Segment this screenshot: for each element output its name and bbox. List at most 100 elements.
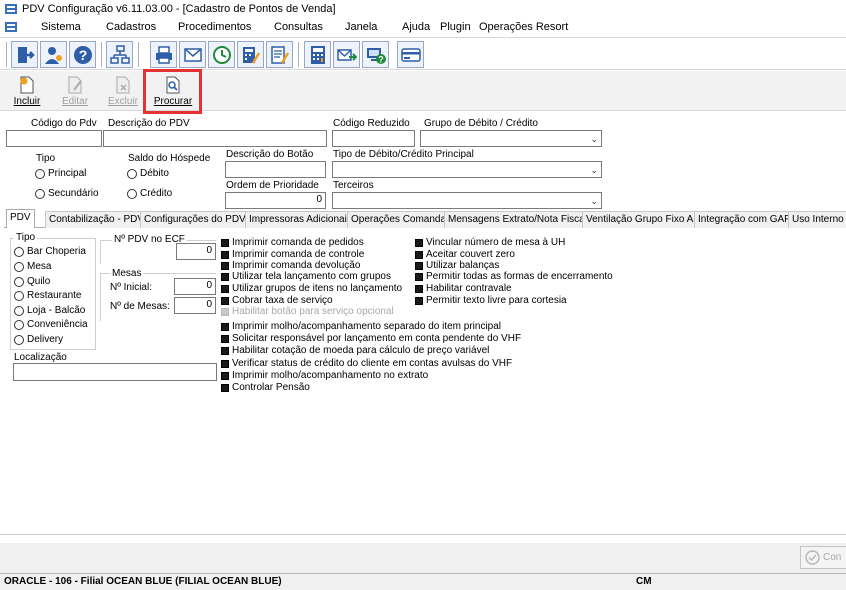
tipo-delivery-radio[interactable]: Delivery <box>14 334 63 345</box>
help-icon[interactable]: ? <box>69 41 96 68</box>
tab-operacoes-comanda[interactable]: Operações Comanda <box>347 211 451 228</box>
saldo-credito-radio[interactable]: Crédito <box>127 188 172 199</box>
tipo-principal-radio[interactable]: Principal <box>35 168 86 179</box>
chk-label: Imprimir molho/acompanhamento separado d… <box>232 321 502 332</box>
menu-procedimentos[interactable]: Procedimentos <box>178 21 251 33</box>
chk-habilitar-cotacao-moeda[interactable]: Habilitar cotação de moeda para cálculo … <box>221 345 489 356</box>
tab-configuracoes-pdv[interactable]: Configurações do PDV <box>140 211 250 228</box>
chk-imprimir-molho-extrato[interactable]: Imprimir molho/acompanhamento no extrato <box>221 370 428 381</box>
tipo-mesa-radio[interactable]: Mesa <box>14 261 51 272</box>
network-icon[interactable] <box>106 41 133 68</box>
tipo-secundario-radio[interactable]: Secundário <box>35 188 99 199</box>
tipo-restaurante-radio[interactable]: Restaurante <box>14 290 81 301</box>
editar-button[interactable]: Editar <box>58 74 92 109</box>
confirm-button[interactable]: Con <box>800 546 846 569</box>
tipo-debito-credito-principal-select[interactable]: ⌄ <box>332 161 602 178</box>
users-icon[interactable] <box>40 41 67 68</box>
card-icon[interactable] <box>397 41 424 68</box>
incluir-button[interactable]: Incluir <box>10 74 44 109</box>
chk-label: Imprimir comanda de pedidos <box>232 237 364 248</box>
chk-solicitar-responsavel-vhf[interactable]: Solicitar responsável por lançamento em … <box>221 333 521 344</box>
menu-operacoes-resort[interactable]: Operações Resort <box>479 21 568 33</box>
checkbox-box <box>415 284 423 293</box>
chk-imprimir-molho-separado[interactable]: Imprimir molho/acompanhamento separado d… <box>221 321 501 332</box>
pdv-ecf-input[interactable]: 0 <box>176 243 216 260</box>
chk-imprimir-comanda-pedidos[interactable]: Imprimir comanda de pedidos <box>221 237 364 248</box>
chk-permitir-texto-livre-cortesia[interactable]: Permitir texto livre para cortesia <box>415 295 567 306</box>
menu-plugin[interactable]: Plugin <box>440 21 471 33</box>
descricao-pdv-input[interactable] <box>103 130 327 147</box>
status-bar: ORACLE - 106 - Filial OCEAN BLUE (FILIAL… <box>0 573 846 590</box>
chk-label: Permitir texto livre para cortesia <box>426 295 567 306</box>
chk-label: Habilitar botão para serviço opcional <box>232 306 394 317</box>
tipo-bar-choperia-radio[interactable]: Bar Choperia <box>14 246 86 257</box>
chk-vincular-mesa-uh[interactable]: Vincular número de mesa à UH <box>415 237 565 248</box>
descricao-botao-input[interactable] <box>225 161 326 178</box>
ordem-prioridade-input[interactable]: 0 <box>225 192 326 209</box>
saldo-debito-text: Débito <box>140 168 169 179</box>
checkbox-box <box>221 250 229 259</box>
num-mesas-input[interactable]: 0 <box>174 297 216 314</box>
clock-icon[interactable] <box>208 41 235 68</box>
mdi-window-icon[interactable] <box>4 21 18 33</box>
tab-ventilacao-grupo[interactable]: Ventilação Grupo Fixo AB <box>582 211 704 228</box>
calculator-icon[interactable] <box>304 41 331 68</box>
tab-uso-interno[interactable]: Uso Interno <box>788 211 846 228</box>
excluir-button[interactable]: Excluir <box>106 74 140 109</box>
terceiros-select[interactable]: ⌄ <box>332 192 602 209</box>
saldo-debito-radio[interactable]: Débito <box>127 168 169 179</box>
menu-janela[interactable]: Janela <box>345 21 377 33</box>
codigo-reduzido-input[interactable] <box>332 130 415 147</box>
chk-controlar-pensao[interactable]: Controlar Pensão <box>221 382 310 393</box>
chk-verificar-status-credito[interactable]: Verificar status de crédito do cliente e… <box>221 358 512 369</box>
chk-utilizar-grupos-itens[interactable]: Utilizar grupos de itens no lançamento <box>221 283 402 294</box>
localizacao-input[interactable] <box>13 363 217 381</box>
checkbox-box <box>415 238 423 247</box>
grupo-debito-credito-select[interactable]: ⌄ <box>420 130 602 147</box>
checkbox-box <box>221 334 229 343</box>
action-bar: Incluir Editar Excluir Procurar <box>0 71 846 111</box>
computer-help-icon[interactable]: ? <box>362 41 389 68</box>
tab-pdv[interactable]: PDV <box>6 209 35 229</box>
menu-cadastros[interactable]: Cadastros <box>106 21 156 33</box>
menu-sistema[interactable]: Sistema <box>41 21 81 33</box>
tipo-quilo-radio[interactable]: Quilo <box>14 276 50 287</box>
tipo-conveniencia-radio[interactable]: Conveniência <box>14 319 88 330</box>
tab-integracao-gap[interactable]: Integração com GAP <box>694 211 795 228</box>
editar-label: Editar <box>61 96 89 107</box>
document-edit-icon[interactable] <box>266 41 293 68</box>
chk-label: Imprimir comanda devolução <box>232 260 361 271</box>
chk-utilizar-balancas[interactable]: Utilizar balanças <box>415 260 499 271</box>
chk-habilitar-botao-servico-opcional[interactable]: Habilitar botão para serviço opcional <box>221 306 394 317</box>
exit-icon[interactable] <box>11 41 38 68</box>
checkbox-box <box>221 307 229 316</box>
svg-text:?: ? <box>378 54 384 64</box>
menu-ajuda[interactable]: Ajuda <box>402 21 430 33</box>
chk-permitir-formas-encerramento[interactable]: Permitir todas as formas de encerramento <box>415 271 613 282</box>
tab-contabilizacao-pdv[interactable]: Contabilização - PDV <box>45 211 149 228</box>
check-icon <box>805 550 820 565</box>
chk-label: Vincular número de mesa à UH <box>426 237 566 248</box>
printer-icon[interactable] <box>150 41 177 68</box>
mail-transfer-icon[interactable] <box>333 41 360 68</box>
tab-impressoras-adicionais[interactable]: Impressoras Adicionais <box>245 211 356 228</box>
chk-cobrar-taxa-servico[interactable]: Cobrar taxa de serviço <box>221 295 333 306</box>
radio-circle <box>14 276 24 287</box>
chk-imprimir-comanda-controle[interactable]: Imprimir comanda de controle <box>221 249 364 260</box>
radio-circle <box>14 290 24 301</box>
tab-mensagens-extrato[interactable]: Mensagens Extrato/Nota Fiscal <box>444 211 591 228</box>
mesa-inicial-input[interactable]: 0 <box>174 278 216 295</box>
radio-circle <box>14 334 24 345</box>
saldo-hospede-label: Saldo do Hóspede <box>128 153 211 164</box>
mail-icon[interactable] <box>179 41 206 68</box>
chk-habilitar-contravale[interactable]: Habilitar contravale <box>415 283 512 294</box>
menu-consultas[interactable]: Consultas <box>274 21 323 33</box>
chk-aceitar-couvert-zero[interactable]: Aceitar couvert zero <box>415 249 515 260</box>
chevron-down-icon: ⌄ <box>590 196 598 206</box>
chk-imprimir-comanda-devolucao[interactable]: Imprimir comanda devolução <box>221 260 360 271</box>
tipo-loja-balcao-radio[interactable]: Loja - Balcão <box>14 305 85 316</box>
chk-utilizar-tela-lancamento-grupos[interactable]: Utilizar tela lançamento com grupos <box>221 271 391 282</box>
codigo-pdv-input[interactable] <box>6 130 102 147</box>
excluir-label: Excluir <box>107 96 138 107</box>
calculator-edit-icon[interactable] <box>237 41 264 68</box>
